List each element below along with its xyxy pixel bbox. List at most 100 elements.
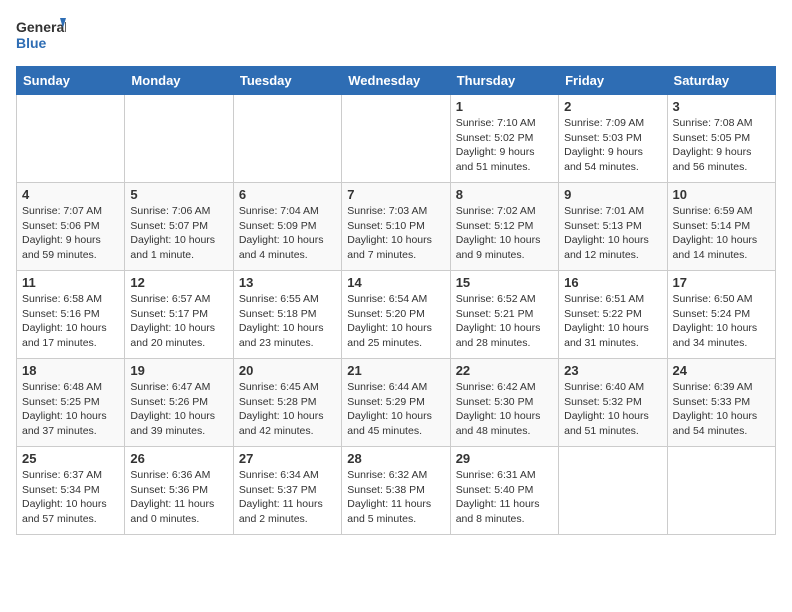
calendar-cell: 5 Sunrise: 7:06 AM Sunset: 5:07 PM Daylig…: [125, 183, 233, 271]
day-number: 12: [130, 275, 227, 290]
day-detail: Sunrise: 6:32 AM Sunset: 5:38 PM Dayligh…: [347, 468, 444, 527]
day-detail: Sunrise: 6:31 AM Sunset: 5:40 PM Dayligh…: [456, 468, 553, 527]
calendar-body: 1Sunrise: 7:10 AM Sunset: 5:02 PM Daylig…: [17, 95, 776, 535]
logo: General Blue: [16, 16, 66, 56]
header: General Blue: [16, 16, 776, 56]
day-detail: Sunrise: 6:42 AM Sunset: 5:30 PM Dayligh…: [456, 380, 553, 439]
day-number: 20: [239, 363, 336, 378]
weekday-header-monday: Monday: [125, 67, 233, 95]
day-number: 28: [347, 451, 444, 466]
calendar-cell: 17Sunrise: 6:50 AM Sunset: 5:24 PM Dayli…: [667, 271, 775, 359]
calendar-cell: 4 Sunrise: 7:07 AM Sunset: 5:06 PM Daylig…: [17, 183, 125, 271]
calendar-cell: 21 Sunrise: 6:44 AM Sunset: 5:29 PM Dayli…: [342, 359, 450, 447]
day-number: 6: [239, 187, 336, 202]
day-detail: Sunrise: 6:45 AM Sunset: 5:28 PM Dayligh…: [239, 380, 336, 439]
day-detail: Sunrise: 7:06 AM Sunset: 5:07 PM Dayligh…: [130, 204, 227, 263]
calendar-cell: 16 Sunrise: 6:51 AM Sunset: 5:22 PM Dayli…: [559, 271, 667, 359]
calendar-header: SundayMondayTuesdayWednesdayThursdayFrid…: [17, 67, 776, 95]
day-number: 24: [673, 363, 770, 378]
day-number: 1: [456, 99, 553, 114]
day-number: 5: [130, 187, 227, 202]
day-number: 4: [22, 187, 119, 202]
calendar-cell: 15 Sunrise: 6:52 AM Sunset: 5:21 PM Dayli…: [450, 271, 558, 359]
calendar-cell: 7Sunrise: 7:03 AM Sunset: 5:10 PM Daylig…: [342, 183, 450, 271]
day-detail: Sunrise: 6:44 AM Sunset: 5:29 PM Dayligh…: [347, 380, 444, 439]
day-number: 18: [22, 363, 119, 378]
calendar-cell: 2 Sunrise: 7:09 AM Sunset: 5:03 PM Daylig…: [559, 95, 667, 183]
calendar-cell: 28 Sunrise: 6:32 AM Sunset: 5:38 PM Dayli…: [342, 447, 450, 535]
day-number: 15: [456, 275, 553, 290]
day-detail: Sunrise: 6:55 AM Sunset: 5:18 PM Dayligh…: [239, 292, 336, 351]
calendar-week-2: 4 Sunrise: 7:07 AM Sunset: 5:06 PM Daylig…: [17, 183, 776, 271]
calendar-cell: 25 Sunrise: 6:37 AM Sunset: 5:34 PM Dayli…: [17, 447, 125, 535]
day-detail: Sunrise: 6:54 AM Sunset: 5:20 PM Dayligh…: [347, 292, 444, 351]
day-detail: Sunrise: 6:50 AM Sunset: 5:24 PM Dayligh…: [673, 292, 770, 351]
calendar-cell: 12 Sunrise: 6:57 AM Sunset: 5:17 PM Dayli…: [125, 271, 233, 359]
calendar-cell: 22 Sunrise: 6:42 AM Sunset: 5:30 PM Dayli…: [450, 359, 558, 447]
calendar-cell: 24 Sunrise: 6:39 AM Sunset: 5:33 PM Dayli…: [667, 359, 775, 447]
day-detail: Sunrise: 7:04 AM Sunset: 5:09 PM Dayligh…: [239, 204, 336, 263]
calendar-cell: 14 Sunrise: 6:54 AM Sunset: 5:20 PM Dayli…: [342, 271, 450, 359]
logo-svg: General Blue: [16, 16, 66, 56]
calendar-cell: 3 Sunrise: 7:08 AM Sunset: 5:05 PM Daylig…: [667, 95, 775, 183]
calendar-cell: 18 Sunrise: 6:48 AM Sunset: 5:25 PM Dayli…: [17, 359, 125, 447]
weekday-header-wednesday: Wednesday: [342, 67, 450, 95]
day-number: 22: [456, 363, 553, 378]
day-number: 21: [347, 363, 444, 378]
weekday-header-tuesday: Tuesday: [233, 67, 341, 95]
calendar-cell: 1Sunrise: 7:10 AM Sunset: 5:02 PM Daylig…: [450, 95, 558, 183]
day-detail: Sunrise: 6:40 AM Sunset: 5:32 PM Dayligh…: [564, 380, 661, 439]
weekday-header-saturday: Saturday: [667, 67, 775, 95]
day-number: 29: [456, 451, 553, 466]
day-number: 3: [673, 99, 770, 114]
calendar-cell: 23 Sunrise: 6:40 AM Sunset: 5:32 PM Dayli…: [559, 359, 667, 447]
calendar-cell: [17, 95, 125, 183]
day-detail: Sunrise: 6:37 AM Sunset: 5:34 PM Dayligh…: [22, 468, 119, 527]
calendar-cell: [667, 447, 775, 535]
day-detail: Sunrise: 6:52 AM Sunset: 5:21 PM Dayligh…: [456, 292, 553, 351]
calendar-cell: 11Sunrise: 6:58 AM Sunset: 5:16 PM Dayli…: [17, 271, 125, 359]
day-detail: Sunrise: 7:01 AM Sunset: 5:13 PM Dayligh…: [564, 204, 661, 263]
calendar-cell: 8Sunrise: 7:02 AM Sunset: 5:12 PM Daylig…: [450, 183, 558, 271]
weekday-header-row: SundayMondayTuesdayWednesdayThursdayFrid…: [17, 67, 776, 95]
calendar-week-1: 1Sunrise: 7:10 AM Sunset: 5:02 PM Daylig…: [17, 95, 776, 183]
day-number: 7: [347, 187, 444, 202]
calendar-cell: 20 Sunrise: 6:45 AM Sunset: 5:28 PM Dayli…: [233, 359, 341, 447]
day-number: 11: [22, 275, 119, 290]
day-number: 2: [564, 99, 661, 114]
calendar-cell: 6 Sunrise: 7:04 AM Sunset: 5:09 PM Daylig…: [233, 183, 341, 271]
calendar-cell: [233, 95, 341, 183]
day-number: 16: [564, 275, 661, 290]
day-detail: Sunrise: 6:34 AM Sunset: 5:37 PM Dayligh…: [239, 468, 336, 527]
day-detail: Sunrise: 7:08 AM Sunset: 5:05 PM Dayligh…: [673, 116, 770, 175]
day-number: 26: [130, 451, 227, 466]
day-detail: Sunrise: 7:07 AM Sunset: 5:06 PM Dayligh…: [22, 204, 119, 263]
day-detail: Sunrise: 6:51 AM Sunset: 5:22 PM Dayligh…: [564, 292, 661, 351]
day-detail: Sunrise: 6:48 AM Sunset: 5:25 PM Dayligh…: [22, 380, 119, 439]
day-detail: Sunrise: 6:36 AM Sunset: 5:36 PM Dayligh…: [130, 468, 227, 527]
day-number: 10: [673, 187, 770, 202]
day-number: 9: [564, 187, 661, 202]
day-detail: Sunrise: 6:47 AM Sunset: 5:26 PM Dayligh…: [130, 380, 227, 439]
weekday-header-thursday: Thursday: [450, 67, 558, 95]
svg-text:Blue: Blue: [16, 35, 47, 51]
svg-text:General: General: [16, 19, 66, 35]
calendar-cell: [125, 95, 233, 183]
calendar-table: SundayMondayTuesdayWednesdayThursdayFrid…: [16, 66, 776, 535]
day-number: 13: [239, 275, 336, 290]
weekday-header-sunday: Sunday: [17, 67, 125, 95]
calendar-cell: [342, 95, 450, 183]
calendar-cell: 26 Sunrise: 6:36 AM Sunset: 5:36 PM Dayli…: [125, 447, 233, 535]
day-number: 23: [564, 363, 661, 378]
calendar-cell: 9 Sunrise: 7:01 AM Sunset: 5:13 PM Daylig…: [559, 183, 667, 271]
calendar-cell: 13 Sunrise: 6:55 AM Sunset: 5:18 PM Dayli…: [233, 271, 341, 359]
day-detail: Sunrise: 6:57 AM Sunset: 5:17 PM Dayligh…: [130, 292, 227, 351]
calendar-cell: 10Sunrise: 6:59 AM Sunset: 5:14 PM Dayli…: [667, 183, 775, 271]
day-detail: Sunrise: 7:09 AM Sunset: 5:03 PM Dayligh…: [564, 116, 661, 175]
calendar-cell: 19Sunrise: 6:47 AM Sunset: 5:26 PM Dayli…: [125, 359, 233, 447]
day-number: 14: [347, 275, 444, 290]
day-detail: Sunrise: 7:02 AM Sunset: 5:12 PM Dayligh…: [456, 204, 553, 263]
day-number: 25: [22, 451, 119, 466]
calendar-week-3: 11Sunrise: 6:58 AM Sunset: 5:16 PM Dayli…: [17, 271, 776, 359]
day-detail: Sunrise: 6:39 AM Sunset: 5:33 PM Dayligh…: [673, 380, 770, 439]
